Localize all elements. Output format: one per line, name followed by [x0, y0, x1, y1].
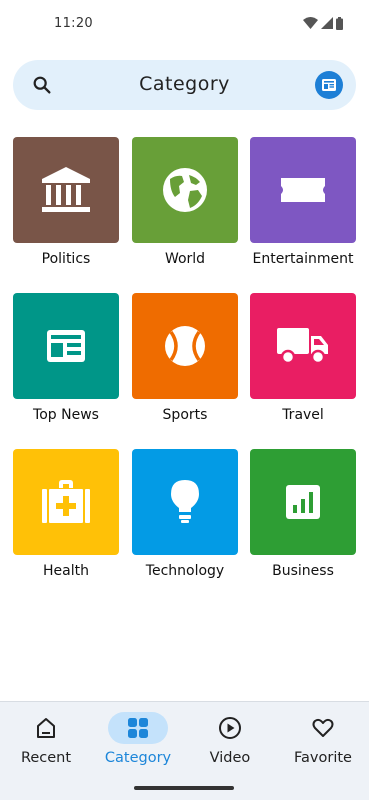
- category-tile-business[interactable]: [250, 449, 356, 555]
- newspaper-icon: [47, 330, 85, 362]
- category-label-sports: Sports: [162, 407, 208, 423]
- category-label-entertainment: Entertainment: [252, 251, 354, 267]
- nav-label-video: Video: [209, 750, 251, 766]
- page-title: Category: [139, 73, 230, 95]
- category-label-world: World: [164, 251, 206, 267]
- ticket-icon: [281, 178, 325, 202]
- category-tile-sports[interactable]: [132, 293, 238, 399]
- category-tile-travel[interactable]: [250, 293, 356, 399]
- wifi-icon: [303, 17, 318, 29]
- category-tile-technology[interactable]: [132, 449, 238, 555]
- cellular-signal-icon: [321, 17, 333, 29]
- globe-icon: [163, 168, 207, 212]
- status-time: 11:20: [54, 16, 93, 31]
- category-tile-entertainment[interactable]: [250, 137, 356, 243]
- nav-pill-favorite: [293, 712, 353, 744]
- category-label-top-news: Top News: [33, 407, 99, 423]
- category-label-business: Business: [272, 563, 334, 579]
- category-label-travel: Travel: [282, 407, 324, 423]
- medical-bag-icon: [42, 480, 90, 523]
- nav-pill-recent: [16, 712, 76, 744]
- grid-icon: [128, 718, 148, 738]
- play-circle-icon: [219, 717, 241, 739]
- category-label-technology: Technology: [145, 563, 225, 579]
- lightbulb-icon: [171, 480, 199, 523]
- category-tile-health[interactable]: [13, 449, 119, 555]
- nav-label-category: Category: [104, 750, 172, 766]
- status-icons: [303, 16, 343, 30]
- truck-icon: [277, 328, 328, 365]
- category-tile-politics[interactable]: [13, 137, 119, 243]
- home-indicator[interactable]: [134, 786, 234, 790]
- nav-item-recent[interactable]: Recent: [0, 702, 92, 800]
- news-button[interactable]: [315, 71, 343, 99]
- nav-label-favorite: Favorite: [294, 750, 352, 766]
- home-icon: [37, 718, 55, 738]
- nav-label-recent: Recent: [20, 750, 72, 766]
- battery-icon: [336, 16, 343, 30]
- category-tile-world[interactable]: [132, 137, 238, 243]
- category-label-politics: Politics: [41, 251, 91, 267]
- chart-icon: [286, 485, 320, 519]
- status-bar: 11:20: [0, 0, 369, 48]
- courthouse-icon: [42, 167, 90, 212]
- nav-item-favorite[interactable]: Favorite: [277, 702, 369, 800]
- nav-pill-category: [108, 712, 168, 744]
- tennis-ball-icon: [165, 326, 205, 366]
- nav-pill-video: [200, 712, 260, 744]
- heart-icon: [312, 718, 334, 737]
- search-bar[interactable]: Category: [13, 60, 356, 110]
- category-label-health: Health: [43, 563, 89, 579]
- newspaper-icon: [322, 79, 336, 91]
- category-tile-top-news[interactable]: [13, 293, 119, 399]
